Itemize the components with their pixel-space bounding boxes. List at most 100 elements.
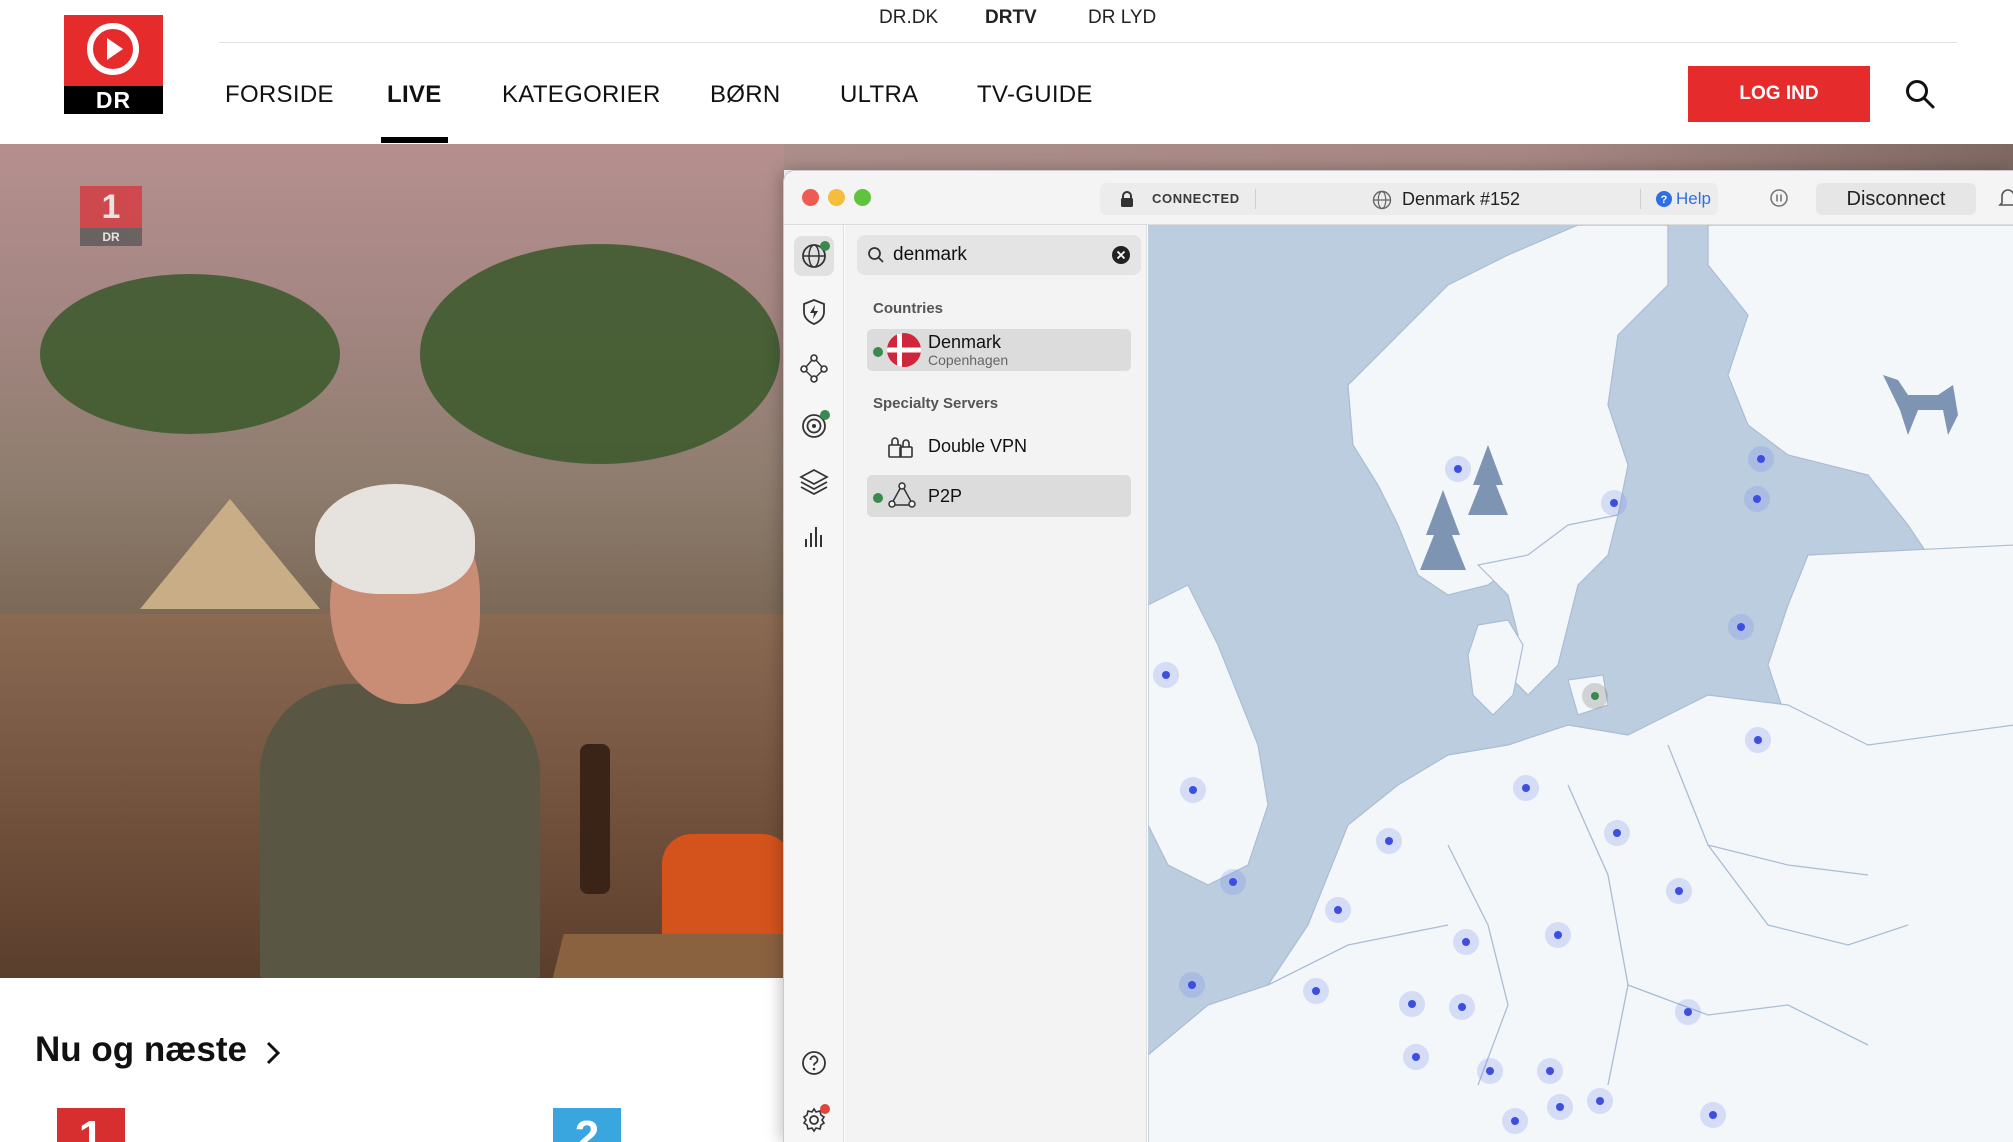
channel-tile-dr2[interactable]: 2 [553, 1108, 621, 1142]
video-backdrop [784, 144, 2013, 170]
meshnet-icon[interactable] [794, 348, 834, 388]
nav-kategorier[interactable]: KATEGORIER [502, 80, 661, 110]
server-pin[interactable] [1303, 978, 1329, 1004]
lock-icon [1121, 191, 1133, 207]
close-window-button[interactable] [802, 189, 819, 206]
server-pin[interactable] [1449, 994, 1475, 1020]
stats-icon[interactable] [794, 517, 834, 557]
status-dot [820, 241, 830, 251]
server-pin-dot [1162, 671, 1170, 679]
minimize-window-button[interactable] [828, 189, 845, 206]
server-pin[interactable] [1604, 820, 1630, 846]
server-pin[interactable] [1748, 446, 1774, 472]
server-pin[interactable] [1666, 878, 1692, 904]
globe-icon[interactable] [794, 236, 834, 276]
server-pin-dot [1462, 938, 1470, 946]
city-name: Copenhagen [928, 352, 1009, 368]
clear-search-icon[interactable] [1112, 246, 1130, 264]
server-pin[interactable] [1545, 922, 1571, 948]
server-pin[interactable] [1601, 490, 1627, 516]
active-tab-indicator [381, 137, 448, 143]
connected-server-pin[interactable] [1582, 683, 1608, 709]
server-pin[interactable] [1179, 972, 1205, 998]
server-pin[interactable] [1728, 614, 1754, 640]
server-pin[interactable] [1325, 897, 1351, 923]
channel-badge-brand: DR [80, 228, 142, 246]
layers-icon[interactable] [794, 461, 834, 501]
nav-forside[interactable]: FORSIDE [225, 80, 334, 110]
server-pin-dot [1412, 1053, 1420, 1061]
server-pin[interactable] [1477, 1058, 1503, 1084]
vpn-sidebar [784, 225, 844, 1142]
server-row-denmark[interactable]: Denmark Copenhagen [867, 329, 1131, 371]
person [260, 684, 540, 978]
server-pin[interactable] [1445, 456, 1471, 482]
server-pin-dot [1675, 887, 1683, 895]
server-pin[interactable] [1153, 662, 1179, 688]
server-pin[interactable] [1587, 1088, 1613, 1114]
vpn-window: CONNECTED Denmark #152 ? Help Disconnect [783, 170, 2013, 1142]
server-pin[interactable] [1675, 999, 1701, 1025]
svg-text:?: ? [1661, 194, 1668, 206]
nav-tvguide[interactable]: TV-GUIDE [977, 80, 1093, 110]
topnav-drdk[interactable]: DR.DK [879, 4, 938, 32]
server-pin[interactable] [1453, 929, 1479, 955]
server-pin[interactable] [1744, 486, 1770, 512]
server-pin-dot [1546, 1067, 1554, 1075]
server-pin-dot [1709, 1111, 1717, 1119]
server-row-p2p[interactable]: P2P [867, 475, 1131, 517]
nav-live[interactable]: LIVE [387, 80, 442, 110]
pause-icon[interactable] [1768, 187, 1790, 209]
server-pin[interactable] [1403, 1044, 1429, 1070]
server-pin-dot [1188, 981, 1196, 989]
section-title[interactable]: Nu og næste [35, 1030, 247, 1070]
search-icon[interactable] [1904, 78, 1936, 110]
divider [1255, 189, 1256, 209]
topnav-drlyd[interactable]: DR LYD [1088, 4, 1156, 32]
chevron-right-icon[interactable] [263, 1040, 283, 1066]
settings-icon[interactable] [794, 1099, 834, 1139]
country-name: Denmark [928, 332, 1002, 352]
divider [1640, 189, 1641, 209]
bell-icon[interactable] [1998, 187, 2013, 209]
norway-sweden [1347, 225, 1669, 596]
topnav-drtv[interactable]: DRTV [985, 4, 1037, 32]
server-pin-dot [1454, 465, 1462, 473]
server-pin[interactable] [1700, 1102, 1726, 1128]
server-pin[interactable] [1547, 1094, 1573, 1120]
server-pin-dot [1554, 931, 1562, 939]
finland [1707, 225, 2013, 586]
server-row-double-vpn[interactable]: Double VPN [867, 425, 1131, 467]
live-video-player[interactable] [0, 144, 784, 978]
server-pin-dot [1754, 736, 1762, 744]
tree [40, 274, 340, 434]
channel-tile-dr1[interactable]: 1 [57, 1108, 125, 1142]
nav-born[interactable]: BØRN [710, 80, 781, 110]
bottle [580, 744, 610, 894]
server-pin[interactable] [1745, 727, 1771, 753]
server-pin[interactable] [1537, 1058, 1563, 1084]
connection-status-bar: CONNECTED Denmark #152 ? Help [1100, 183, 1718, 215]
target-icon[interactable] [794, 405, 834, 445]
help-icon[interactable] [794, 1043, 834, 1083]
server-pin[interactable] [1502, 1108, 1528, 1134]
nav-ultra[interactable]: ULTRA [840, 80, 918, 110]
server-pin[interactable] [1220, 869, 1246, 895]
server-pin[interactable] [1376, 828, 1402, 854]
login-button[interactable]: LOG IND [1688, 66, 1870, 122]
shield-bolt-icon[interactable] [794, 292, 834, 332]
server-pin[interactable] [1399, 991, 1425, 1017]
server-pin-dot [1486, 1067, 1494, 1075]
disconnect-button[interactable]: Disconnect [1816, 183, 1976, 215]
server-pin[interactable] [1513, 775, 1539, 801]
channel-badge-number: 1 [80, 186, 142, 228]
zoom-window-button[interactable] [854, 189, 871, 206]
server-pin[interactable] [1180, 777, 1206, 803]
search-input[interactable] [893, 235, 1103, 275]
notification-dot [820, 1104, 830, 1114]
server-map[interactable] [1148, 225, 2013, 1142]
server-list-panel: Countries Denmark Copenhagen Specialty S… [845, 225, 1147, 1142]
great-britain [1148, 584, 1269, 886]
help-link[interactable]: Help [1676, 183, 1711, 215]
help-icon[interactable]: ? [1656, 191, 1672, 207]
